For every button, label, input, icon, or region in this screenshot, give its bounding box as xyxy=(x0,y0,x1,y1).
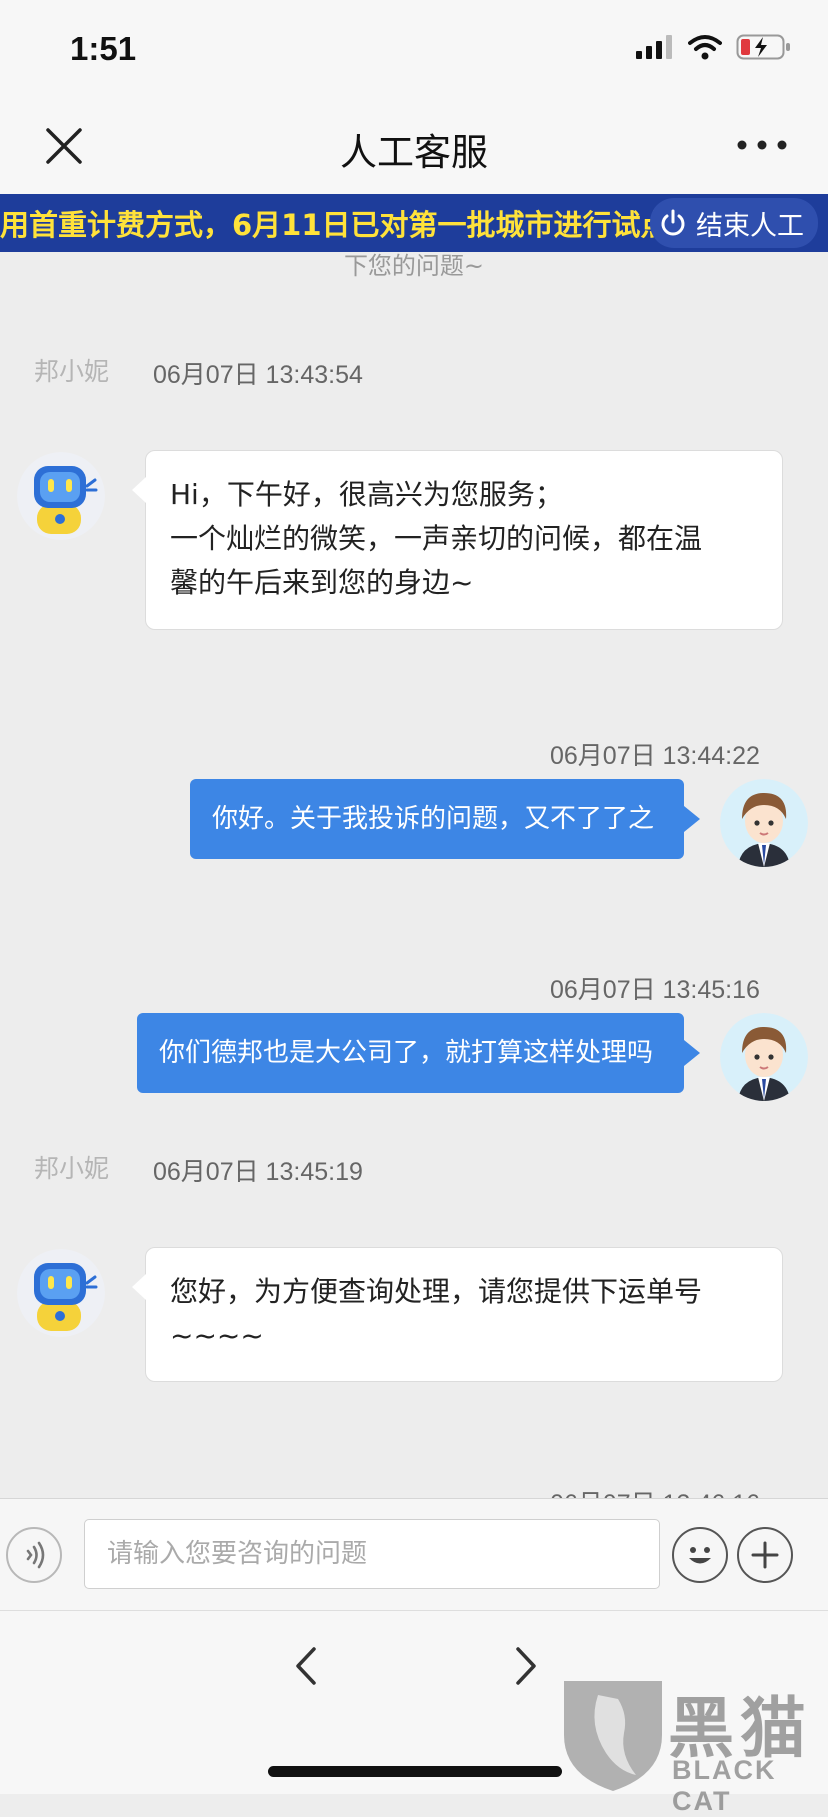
user-avatar-icon xyxy=(720,1013,808,1101)
agent-avatar[interactable] xyxy=(17,1249,105,1337)
more-button[interactable] xyxy=(732,130,792,160)
message-time: 06月07日 13:46:16 xyxy=(550,1484,760,1498)
status-bar: 1:51 xyxy=(0,0,828,100)
nav-bar: 人工客服 xyxy=(0,100,828,194)
agent-message-bubble: Hi，下午好，很高兴为您服务； 一个灿烂的微笑，一声亲切的问候，都在温 馨的午后… xyxy=(132,450,783,630)
forward-button[interactable] xyxy=(506,1641,546,1691)
back-button[interactable] xyxy=(286,1641,326,1691)
end-human-service-label: 结束人工 xyxy=(696,210,804,242)
agent-avatar[interactable] xyxy=(17,452,105,540)
user-avatar[interactable] xyxy=(720,1013,808,1101)
watermark-en: BLACK CAT xyxy=(672,1755,777,1816)
announcement-banner: 用首重计费方式，6月11日已对第一批城市进行试点 结束人工 xyxy=(0,194,828,252)
home-indicator xyxy=(268,1766,562,1777)
sender-name: 邦小妮 xyxy=(34,357,110,386)
robot-avatar-icon xyxy=(17,452,105,540)
user-avatar-icon xyxy=(720,779,808,867)
banner-marquee-text: 用首重计费方式，6月11日已对第一批城市进行试点 xyxy=(0,208,670,242)
message-line: Hi，下午好，很高兴为您服务； xyxy=(170,478,563,511)
previous-message-fragment: 下您的问题~ xyxy=(343,252,485,280)
watermark: 黑猫 BLACK CAT xyxy=(550,1675,828,1816)
signal-icon xyxy=(636,35,672,59)
chat-area[interactable]: 下您的问题~ 邦小妮 06月07日 13:43:54 Hi，下午好，很高兴为您服… xyxy=(0,252,828,1498)
emoji-icon xyxy=(689,1547,711,1564)
message-composer: 请输入您要咨询的问题 xyxy=(0,1498,828,1611)
plus-icon xyxy=(751,1541,779,1569)
message-line: 您好，为方便查询处理，请您提供下运单号 xyxy=(170,1275,703,1308)
plus-button[interactable] xyxy=(737,1527,793,1583)
message-time: 06月07日 13:44:22 xyxy=(550,742,760,770)
voice-icon xyxy=(26,1541,45,1569)
message-time: 06月07日 13:45:16 xyxy=(550,976,760,1004)
message-text: 你们德邦也是大公司了，就打算这样处理吗 xyxy=(159,1038,654,1068)
sender-name: 邦小妮 xyxy=(34,1154,110,1183)
message-time: 06月07日 13:45:19 xyxy=(153,1158,363,1186)
end-human-service-button[interactable]: 结束人工 xyxy=(650,198,818,248)
power-icon xyxy=(661,209,685,236)
wifi-icon xyxy=(688,35,722,60)
message-line: 一个灿烂的微笑，一声亲切的问候，都在温 xyxy=(170,522,703,555)
cat-shield-logo-icon xyxy=(564,1681,662,1791)
status-time: 1:51 xyxy=(70,30,137,67)
robot-avatar-icon xyxy=(17,1249,105,1337)
message-line: ~~~~ xyxy=(170,1319,264,1352)
more-icon xyxy=(737,140,787,150)
user-message-bubble: 你们德邦也是大公司了，就打算这样处理吗 xyxy=(137,1013,700,1093)
user-message-bubble: 你好。关于我投诉的问题，又不了了之 xyxy=(190,779,700,859)
message-input[interactable]: 请输入您要咨询的问题 xyxy=(84,1519,660,1589)
agent-message-bubble: 您好，为方便查询处理，请您提供下运单号 ~~~~ xyxy=(132,1247,783,1382)
user-avatar[interactable] xyxy=(720,779,808,867)
chevron-left-icon xyxy=(296,1647,316,1685)
battery-low-charging-icon xyxy=(736,34,790,60)
voice-button[interactable] xyxy=(6,1527,62,1583)
page-title: 人工客服 xyxy=(340,131,488,174)
message-line: 馨的午后来到您的身边~ xyxy=(170,566,474,599)
status-icons xyxy=(636,34,792,60)
emoji-button[interactable] xyxy=(672,1527,728,1583)
chevron-right-icon xyxy=(516,1647,536,1685)
message-time: 06月07日 13:43:54 xyxy=(153,361,363,389)
message-text: 你好。关于我投诉的问题，又不了了之 xyxy=(212,804,655,834)
